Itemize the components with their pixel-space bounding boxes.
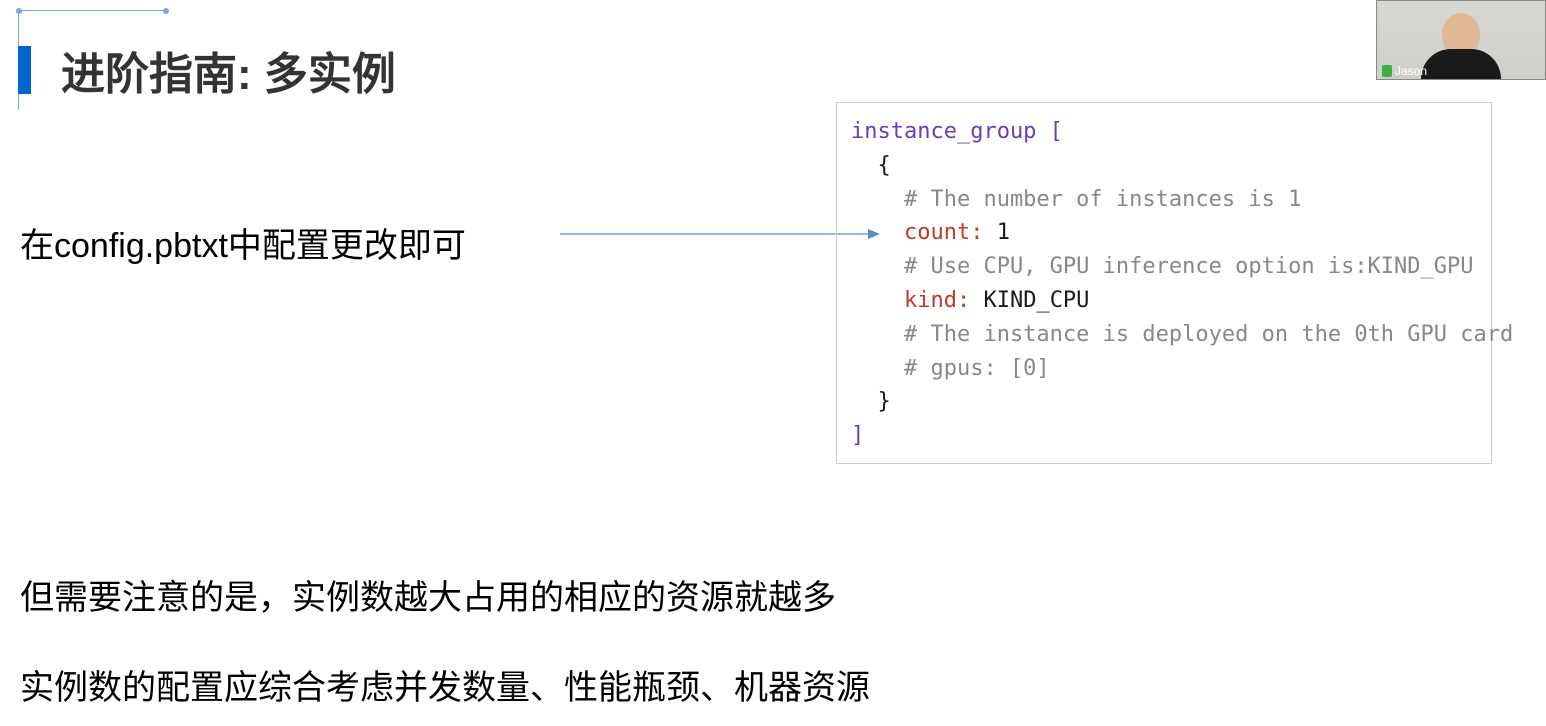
slide-title-row: 进阶指南: 多实例 — [18, 38, 396, 102]
code-key: count: — [851, 220, 983, 245]
title-accent-bar — [18, 46, 31, 94]
code-bracket: [ — [1036, 119, 1063, 144]
note-resource-usage: 但需要注意的是，实例数越大占用的相应的资源就越多 — [20, 570, 836, 619]
code-value: 1 — [983, 220, 1010, 245]
code-comment: # gpus: [0] — [851, 356, 1050, 381]
code-block: instance_group [ { # The number of insta… — [836, 102, 1492, 464]
code-comment: # The instance is deployed on the 0th GP… — [851, 322, 1513, 347]
code-comment: # The number of instances is 1 — [851, 187, 1301, 212]
code-keyword: instance_group — [851, 119, 1036, 144]
code-comment: # Use CPU, GPU inference option is:KIND_… — [851, 254, 1474, 279]
mic-icon — [1382, 65, 1392, 77]
code-line: { — [851, 153, 891, 178]
code-value: KIND_CPU — [970, 288, 1089, 313]
arrow-icon — [560, 228, 880, 240]
webcam-thumbnail[interactable]: Jason — [1376, 0, 1546, 80]
webcam-name-text: Jason — [1395, 64, 1427, 78]
note-config-considerations: 实例数的配置应综合考虑并发数量、性能瓶颈、机器资源 — [20, 660, 870, 709]
webcam-name-label: Jason — [1377, 63, 1432, 79]
code-bracket: ] — [851, 423, 864, 448]
slide-title: 进阶指南: 多实例 — [61, 38, 396, 102]
code-key: kind: — [851, 288, 970, 313]
config-description: 在config.pbtxt中配置更改即可 — [20, 218, 466, 267]
person-body — [1421, 49, 1501, 79]
code-line: } — [851, 389, 891, 414]
